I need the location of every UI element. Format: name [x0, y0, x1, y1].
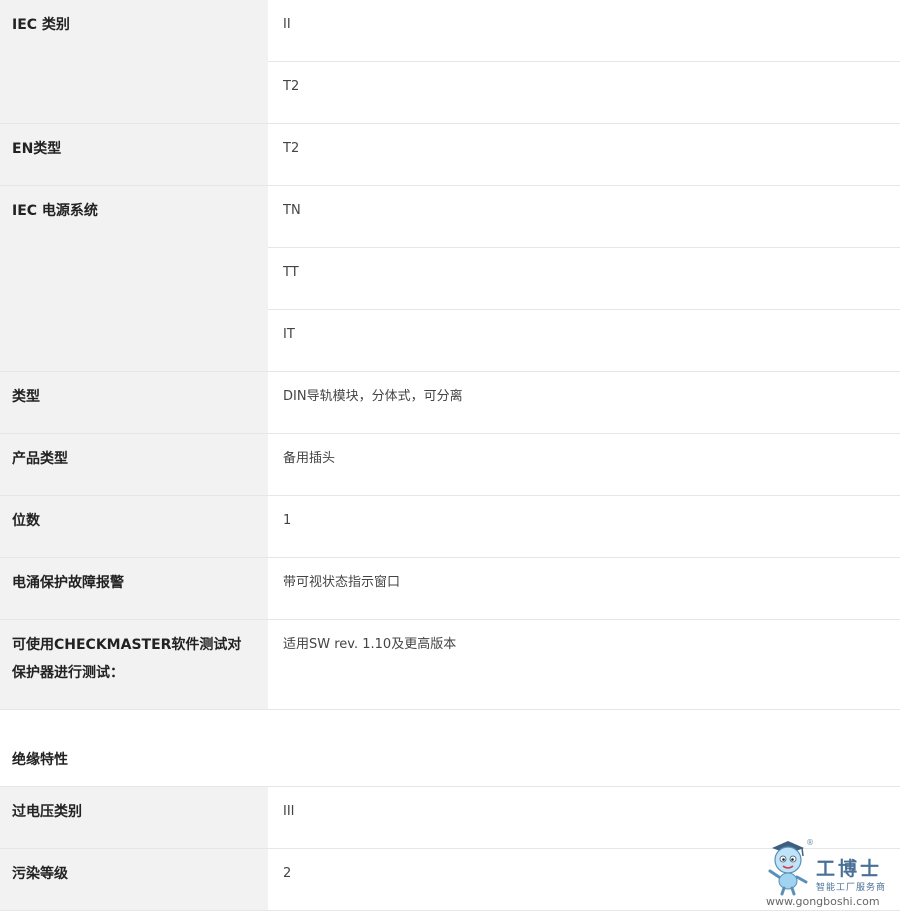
row-value: TN [268, 186, 900, 248]
row-label: 电涌保护故障报警 [0, 558, 268, 620]
row-values: 1 [268, 496, 900, 558]
row-value: 适用SW rev. 1.10及更高版本 [268, 620, 900, 710]
spec-table: IEC 类别 II T2 EN类型 T2 IEC 电源系统 TN TT IT 类… [0, 0, 900, 710]
row-values: II T2 [268, 0, 900, 124]
table-row: 产品类型 备用插头 [0, 434, 900, 496]
row-label: IEC 类别 [0, 0, 268, 124]
row-value: II [268, 0, 900, 62]
watermark-subtitle: 智能工厂服务商 [816, 883, 887, 893]
row-value: 1 [268, 496, 900, 558]
watermark-title: 工博士 [816, 858, 883, 880]
row-label: IEC 电源系统 [0, 186, 268, 372]
row-value: 带可视状态指示窗口 [268, 558, 900, 620]
row-label: 类型 [0, 372, 268, 434]
row-values: 适用SW rev. 1.10及更高版本 [268, 620, 900, 710]
section-heading: 绝缘特性 [0, 710, 900, 787]
table-row: 电涌保护故障报警 带可视状态指示窗口 [0, 558, 900, 620]
row-value: IT [268, 310, 900, 372]
row-label: 可使用CHECKMASTER软件测试对保护器进行测试： [0, 620, 268, 710]
row-values: DIN导轨模块，分体式，可分离 [268, 372, 900, 434]
row-label: 产品类型 [0, 434, 268, 496]
row-label: 过电压类别 [0, 787, 268, 849]
watermark-url: www.gongboshi.com [766, 895, 880, 908]
table-row: IEC 类别 II T2 [0, 0, 900, 124]
row-value: 备用插头 [268, 434, 900, 496]
registered-mark: ® [806, 838, 814, 847]
table-row: IEC 电源系统 TN TT IT [0, 186, 900, 372]
row-value: T2 [268, 124, 900, 186]
row-value: DIN导轨模块，分体式，可分离 [268, 372, 900, 434]
table-row: 类型 DIN导轨模块，分体式，可分离 [0, 372, 900, 434]
row-label: 污染等级 [0, 849, 268, 911]
row-value: T2 [268, 62, 900, 124]
watermark-logo: ® 工博士 智能工厂服务商 www.gongboshi.com [760, 838, 890, 913]
row-values: 带可视状态指示窗口 [268, 558, 900, 620]
row-values: 备用插头 [268, 434, 900, 496]
row-values: T2 [268, 124, 900, 186]
row-label: 位数 [0, 496, 268, 558]
table-row: 可使用CHECKMASTER软件测试对保护器进行测试： 适用SW rev. 1.… [0, 620, 900, 710]
table-row: 位数 1 [0, 496, 900, 558]
row-value: TT [268, 248, 900, 310]
row-values: TN TT IT [268, 186, 900, 372]
table-row: EN类型 T2 [0, 124, 900, 186]
row-label: EN类型 [0, 124, 268, 186]
